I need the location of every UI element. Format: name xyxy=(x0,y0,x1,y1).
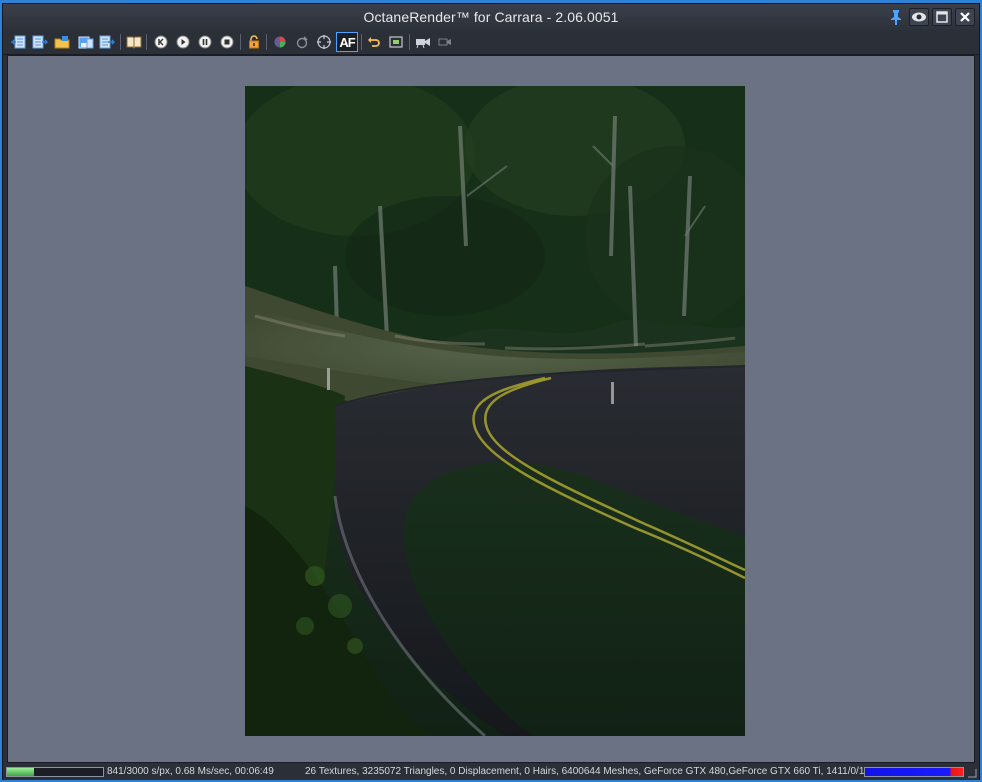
camera-alt-icon[interactable] xyxy=(436,33,454,51)
material-picker-icon[interactable] xyxy=(293,33,311,51)
scene-stats: 26 Textures, 3235072 Triangles, 0 Displa… xyxy=(305,766,899,777)
eye-icon[interactable] xyxy=(909,8,929,26)
play-icon[interactable] xyxy=(174,33,192,51)
autofocus-label: AF xyxy=(339,34,355,50)
camera-icon[interactable] xyxy=(414,33,432,51)
toolbar-separator xyxy=(240,34,241,50)
send-scene-alt-icon[interactable] xyxy=(31,33,49,51)
pause-icon[interactable] xyxy=(196,33,214,51)
toolbar: AF xyxy=(3,30,979,55)
open-folder-icon[interactable] xyxy=(53,33,71,51)
status-bar: 841/3000 s/px, 0.68 Ms/sec, 00:06:49 26 … xyxy=(3,764,979,780)
render-progress-fill xyxy=(7,768,34,776)
autofocus-icon[interactable]: AF xyxy=(336,32,358,52)
lock-icon[interactable] xyxy=(245,33,263,51)
focus-picker-icon[interactable] xyxy=(315,33,333,51)
maximize-icon[interactable] xyxy=(932,8,952,26)
export-icon[interactable] xyxy=(98,33,116,51)
samples-stats: 841/3000 s/px, 0.68 Ms/sec, 00:06:49 xyxy=(107,766,274,777)
save-image-icon[interactable] xyxy=(77,33,95,51)
close-icon[interactable] xyxy=(955,8,975,26)
restart-icon[interactable] xyxy=(152,33,170,51)
toolbar-separator xyxy=(409,34,410,50)
toolbar-separator xyxy=(146,34,147,50)
title-bar[interactable]: OctaneRender™ for Carrara - 2.06.0051 xyxy=(3,4,979,30)
octane-render-window: OctaneRender™ for Carrara - 2.06.0051 AF… xyxy=(2,3,980,780)
window-title: OctaneRender™ for Carrara - 2.06.0051 xyxy=(363,9,619,25)
region-icon[interactable] xyxy=(387,33,405,51)
undo-icon[interactable] xyxy=(365,33,383,51)
stop-icon[interactable] xyxy=(218,33,236,51)
render-image[interactable] xyxy=(245,86,745,736)
pin-icon[interactable] xyxy=(886,8,906,26)
resize-grip-icon[interactable] xyxy=(966,767,977,778)
render-progress-bar xyxy=(6,767,104,777)
toolbar-separator xyxy=(361,34,362,50)
gpu-memory-bar xyxy=(864,767,964,777)
toolbar-separator xyxy=(120,34,121,50)
color-picker-icon[interactable] xyxy=(271,33,289,51)
gpu-memory-fill xyxy=(865,768,963,776)
send-scene-icon[interactable] xyxy=(9,33,27,51)
toolbar-separator xyxy=(266,34,267,50)
window-controls xyxy=(886,7,975,27)
render-viewport[interactable] xyxy=(7,55,975,763)
book-icon[interactable] xyxy=(125,33,143,51)
